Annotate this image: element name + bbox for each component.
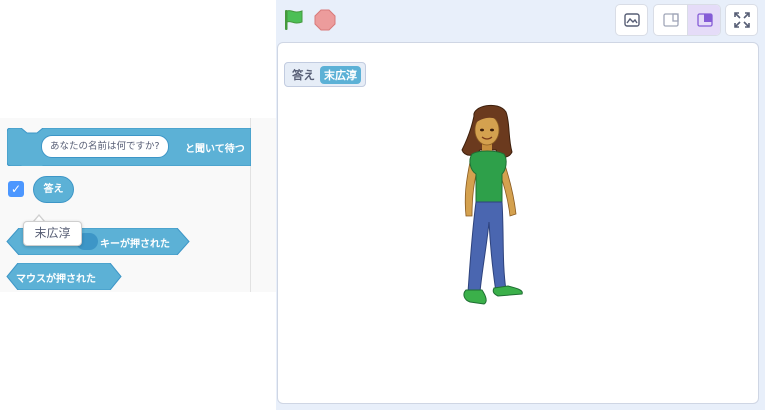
mouse-down-block[interactable]: マウスが押された <box>6 263 122 290</box>
green-flag-icon[interactable] <box>282 8 306 32</box>
answer-monitor[interactable]: 答え 末広淳 <box>284 62 366 87</box>
fullscreen-button[interactable] <box>725 4 758 36</box>
ask-and-wait-block[interactable]: あなたの名前は何ですか? と聞いて待つ <box>7 128 251 166</box>
answer-reporter-block[interactable]: 答え <box>33 176 74 203</box>
girl-sprite[interactable] <box>458 104 528 308</box>
image-view-button[interactable] <box>615 4 648 36</box>
answer-monitor-label: 答え <box>292 67 315 82</box>
large-stage-icon <box>697 13 713 27</box>
answer-monitor-value: 末広淳 <box>320 65 361 84</box>
mouse-down-label: マウスが押された <box>16 274 96 285</box>
large-stage-button[interactable] <box>687 5 720 35</box>
answer-value-tooltip: 末広淳 <box>23 221 82 246</box>
fullscreen-icon <box>733 12 750 28</box>
image-icon <box>623 13 640 27</box>
answer-monitor-checkbox[interactable]: ✓ <box>8 181 24 197</box>
ask-question-input[interactable]: あなたの名前は何ですか? <box>41 135 169 158</box>
ask-block-suffix: と聞いて待つ <box>185 144 245 155</box>
stage-size-toggle <box>653 4 721 36</box>
small-stage-icon <box>662 13 679 27</box>
small-stage-button[interactable] <box>654 5 687 35</box>
key-pressed-suffix: キーが押された <box>100 239 170 250</box>
stop-icon[interactable] <box>314 9 336 31</box>
